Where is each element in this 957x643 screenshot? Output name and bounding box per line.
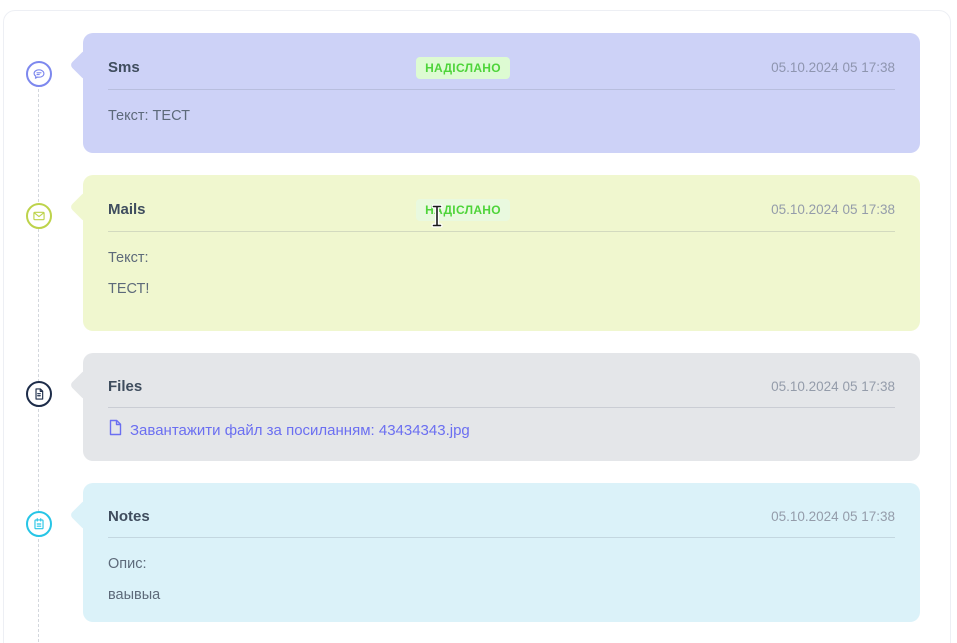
mails-text-label: Текст:: [108, 250, 149, 266]
sms-card-body: Текст: ТЕСТ: [83, 105, 920, 127]
mails-card: Mails НАДІСЛАНО 05.10.2024 05 17:38 Текс…: [69, 175, 920, 331]
notes-card: Notes 05.10.2024 05 17:38 Опис: ваывыа: [69, 483, 920, 622]
notes-card-body: Опис: ваывыа: [83, 553, 920, 606]
envelope-icon: [32, 209, 46, 223]
document-icon: [32, 387, 46, 401]
note-icon-marker: [26, 511, 52, 537]
activity-timeline-panel: Sms НАДІСЛАНО 05.10.2024 05 17:38 Текст:…: [3, 10, 951, 643]
mails-text-line: ТЕСТ!: [108, 281, 150, 297]
sms-card-header: Sms НАДІСЛАНО 05.10.2024 05 17:38: [108, 33, 895, 90]
card-title: Mails: [108, 201, 146, 218]
card-title: Notes: [108, 508, 150, 525]
status-badge: НАДІСЛАНО: [416, 199, 510, 221]
mails-card-body: Текст: ТЕСТ!: [83, 247, 920, 300]
mails-card-header: Mails НАДІСЛАНО 05.10.2024 05 17:38: [108, 175, 895, 232]
card-title: Files: [108, 378, 143, 395]
card-title: Sms: [108, 59, 140, 76]
notes-description-label: Опис:: [108, 556, 147, 572]
mails-card-arrow: [69, 191, 101, 223]
sms-card: Sms НАДІСЛАНО 05.10.2024 05 17:38 Текст:…: [69, 33, 920, 153]
status-badge: НАДІСЛАНО: [416, 57, 510, 79]
chat-bubble-icon: [32, 67, 46, 81]
download-file-link-label: Завантажити файл за посиланням: 43434343…: [130, 422, 470, 439]
notes-card-arrow: [69, 499, 101, 531]
timestamp: 05.10.2024 05 17:38: [771, 60, 895, 75]
sms-card-arrow: [69, 49, 101, 81]
files-card-arrow: [69, 369, 101, 401]
sms-text-line: Текст: ТЕСТ: [108, 108, 190, 124]
file-icon: [108, 419, 123, 443]
files-card-header: Files 05.10.2024 05 17:38: [108, 353, 895, 408]
sms-timeline-marker: [26, 61, 52, 87]
timestamp: 05.10.2024 05 17:38: [771, 379, 895, 394]
note-icon: [32, 517, 46, 531]
timeline-rail: [38, 74, 39, 643]
files-card-body: Завантажити файл за посиланням: 43434343…: [83, 408, 920, 443]
mails-timeline-marker: [26, 203, 52, 229]
notes-description-text: ваывыа: [108, 587, 161, 603]
download-file-link[interactable]: Завантажити файл за посиланням: 43434343…: [108, 419, 470, 443]
document-icon-marker: [26, 381, 52, 407]
timestamp: 05.10.2024 05 17:38: [771, 202, 895, 217]
timestamp: 05.10.2024 05 17:38: [771, 509, 895, 524]
files-card: Files 05.10.2024 05 17:38 Завантажити фа…: [69, 353, 920, 461]
notes-card-header: Notes 05.10.2024 05 17:38: [108, 483, 895, 538]
